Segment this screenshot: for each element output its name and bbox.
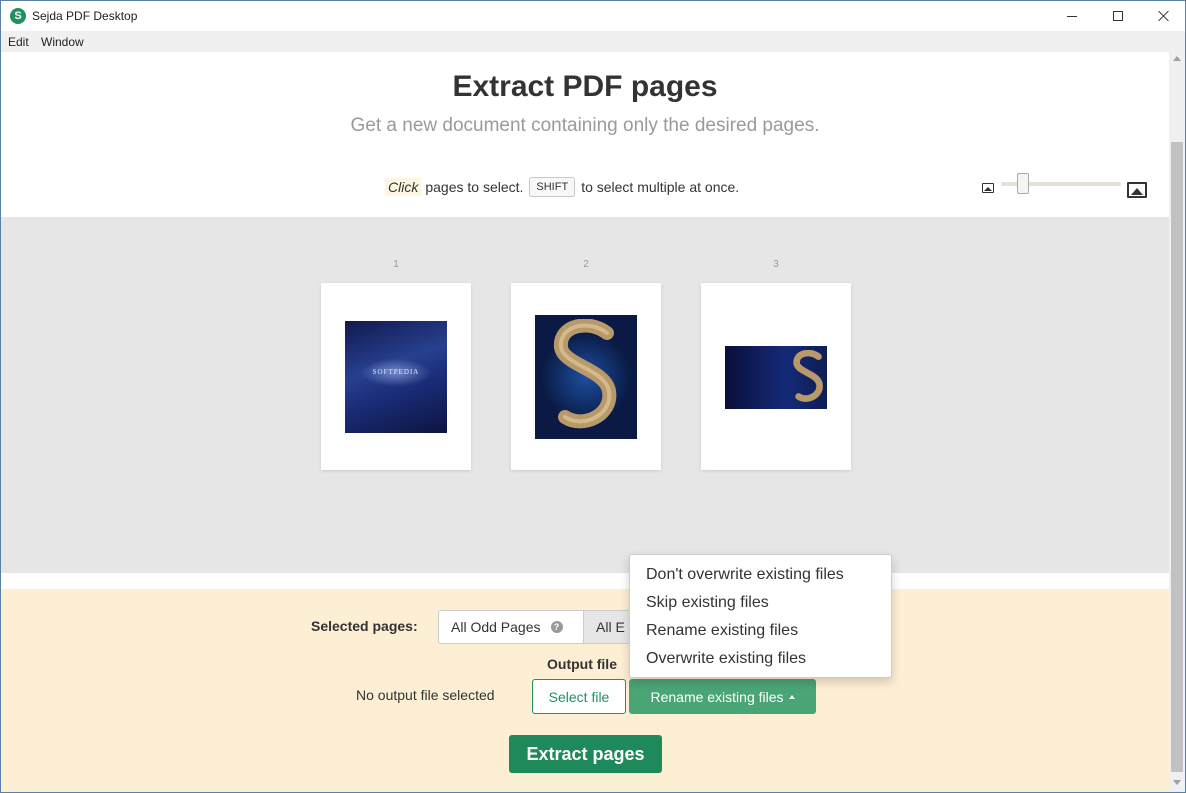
- scroll-down-arrow-icon[interactable]: [1173, 780, 1181, 785]
- thumb-label: SOFTPEDIA: [372, 368, 420, 376]
- close-icon: [1158, 10, 1170, 22]
- existing-files-menu: Don't overwrite existing files Skip exis…: [629, 554, 892, 678]
- slider-handle[interactable]: [1017, 173, 1030, 194]
- pages-grid: 1 SOFTPEDIA 2 3: [1, 217, 1169, 573]
- menu-edit[interactable]: Edit: [8, 35, 29, 49]
- vertical-scrollbar[interactable]: [1169, 52, 1185, 792]
- output-file-label: Output file: [547, 656, 617, 672]
- hint-text-end: to select multiple at once.: [581, 179, 740, 195]
- s-logo-artwork: [554, 319, 617, 429]
- shift-key-badge: SHIFT: [529, 177, 576, 197]
- s-logo-artwork: [793, 350, 823, 402]
- scroll-thumb[interactable]: [1171, 142, 1183, 772]
- selected-pages-label: Selected pages:: [311, 618, 418, 634]
- page-number: 2: [583, 259, 589, 270]
- options-panel: Selected pages: All Odd Pages ? All E Ou…: [1, 589, 1169, 792]
- page-subtitle: Get a new document containing only the d…: [350, 115, 820, 136]
- page-selection-group: All Odd Pages ? All E: [438, 610, 644, 644]
- zoom-out-image-icon[interactable]: [982, 183, 994, 193]
- all-odd-pages-button[interactable]: All Odd Pages ?: [438, 610, 584, 644]
- output-status-text: No output file selected: [356, 687, 495, 703]
- page-3-image: [725, 346, 827, 409]
- close-button[interactable]: [1141, 1, 1186, 31]
- page-thumbnail-3[interactable]: [701, 283, 851, 470]
- page-title: Extract PDF pages: [452, 70, 718, 103]
- maximize-button[interactable]: [1095, 1, 1141, 31]
- all-odd-pages-label: All Odd Pages: [451, 619, 541, 635]
- existing-files-dropdown-button[interactable]: Rename existing files: [629, 679, 816, 714]
- app-window: S Sejda PDF Desktop Edit Window Extract …: [0, 0, 1186, 793]
- title-bar: S Sejda PDF Desktop: [1, 1, 1185, 31]
- page-number: 3: [773, 259, 779, 270]
- minimize-icon: [1067, 15, 1077, 17]
- minimize-button[interactable]: [1049, 1, 1095, 31]
- menu-option-overwrite[interactable]: Overwrite existing files: [630, 645, 891, 673]
- hint-text-mid: pages to select.: [425, 179, 524, 195]
- help-icon[interactable]: ?: [550, 621, 563, 633]
- page-thumbnail-2[interactable]: [511, 283, 661, 470]
- extract-pages-button[interactable]: Extract pages: [509, 735, 662, 773]
- maximize-icon: [1113, 11, 1123, 21]
- page-header: Extract PDF pages Get a new document con…: [1, 52, 1169, 217]
- window-title: Sejda PDF Desktop: [32, 9, 138, 23]
- hint-click-word: Click: [385, 178, 422, 196]
- page-1-image: SOFTPEDIA: [345, 321, 447, 433]
- page-thumbnail-1[interactable]: SOFTPEDIA: [321, 283, 471, 470]
- select-file-button[interactable]: Select file: [532, 679, 626, 714]
- scroll-up-arrow-icon[interactable]: [1173, 56, 1181, 61]
- menu-option-rename[interactable]: Rename existing files: [630, 617, 891, 645]
- selection-hint: Click pages to select. SHIFT to select m…: [385, 177, 739, 197]
- page-2-image: [535, 315, 637, 439]
- zoom-in-image-icon[interactable]: [1127, 182, 1147, 198]
- sejda-logo-icon: S: [10, 8, 26, 24]
- page-number: 1: [393, 259, 399, 270]
- existing-files-dropdown-label: Rename existing files: [650, 688, 784, 705]
- menu-option-skip[interactable]: Skip existing files: [630, 589, 891, 617]
- caret-up-icon: [788, 694, 795, 699]
- menu-option-dont-overwrite[interactable]: Don't overwrite existing files: [630, 561, 891, 589]
- menu-bar: Edit Window: [1, 31, 1185, 52]
- menu-window[interactable]: Window: [41, 35, 84, 49]
